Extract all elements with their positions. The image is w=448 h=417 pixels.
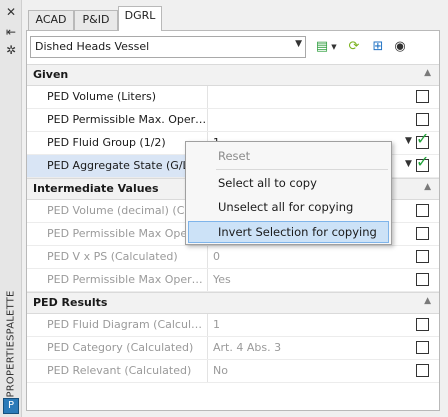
property-row[interactable]: PED Fluid Diagram (Calculated) 1: [27, 314, 439, 337]
palette-title: PROPERTIESPALETTE: [5, 290, 17, 398]
chevron-up-icon[interactable]: ▲: [424, 182, 431, 192]
refresh-icon[interactable]: ⟳: [345, 38, 363, 56]
tab-acad[interactable]: ACAD: [28, 10, 74, 30]
menu-item-select-all[interactable]: Select all to copy: [188, 172, 389, 194]
chevron-up-icon[interactable]: ▲: [424, 68, 431, 78]
check-icon: ✓: [416, 129, 430, 148]
close-icon[interactable]: ✕: [4, 5, 18, 19]
property-row[interactable]: PED V x PS (Calculated) 0: [27, 246, 439, 269]
chevron-down-icon[interactable]: ▼: [405, 136, 412, 146]
copy-checkbox[interactable]: [416, 90, 429, 103]
settings-icon[interactable]: ✲: [4, 43, 18, 57]
property-row[interactable]: PED Permissible Max. Operating...: [27, 109, 439, 132]
tab-dgrl[interactable]: DGRL: [118, 6, 162, 31]
select-objects-icon[interactable]: ⊞: [369, 38, 387, 56]
property-row[interactable]: PED Volume (Liters): [27, 86, 439, 109]
property-row[interactable]: PED Permissible Max Operating ... Yes: [27, 269, 439, 292]
menu-item-invert-selection[interactable]: Invert Selection for copying: [188, 221, 389, 243]
copy-checkbox[interactable]: [416, 273, 429, 286]
menu-separator: [216, 169, 388, 170]
menu-item-unselect-all[interactable]: Unselect all for copying: [188, 196, 389, 218]
chevron-down-icon: ▼: [295, 39, 302, 49]
copy-checkbox[interactable]: ✓: [416, 154, 429, 172]
toggle-icon[interactable]: ◉: [391, 38, 409, 56]
menu-item-reset[interactable]: Reset: [188, 145, 389, 167]
copy-dropdown-icon[interactable]: ▼: [329, 38, 339, 56]
copy-checkbox[interactable]: [416, 318, 429, 331]
category-ped-results[interactable]: PED Results ▲: [27, 292, 439, 314]
category-given[interactable]: Given ▲: [27, 64, 439, 86]
copy-checkbox[interactable]: [416, 227, 429, 240]
copy-checkbox[interactable]: [416, 113, 429, 126]
copy-checkbox[interactable]: [416, 204, 429, 217]
auto-hide-icon[interactable]: ⇤: [4, 25, 18, 39]
copy-checkbox[interactable]: [416, 364, 429, 377]
property-row[interactable]: PED Relevant (Calculated) No: [27, 360, 439, 383]
object-type-dropdown[interactable]: Dished Heads Vessel ▼: [30, 36, 306, 58]
chevron-up-icon[interactable]: ▲: [424, 296, 431, 306]
palette-sidebar: ✕ ⇤ ✲ PROPERTIESPALETTE P: [0, 0, 22, 417]
check-icon: ✓: [416, 152, 430, 171]
copy-checkbox[interactable]: [416, 341, 429, 354]
copy-checkbox[interactable]: [416, 250, 429, 263]
object-type-value: Dished Heads Vessel: [35, 40, 150, 53]
chevron-down-icon[interactable]: ▼: [405, 159, 412, 169]
property-row[interactable]: PED Category (Calculated) Art. 4 Abs. 3: [27, 337, 439, 360]
copy-checkbox[interactable]: ✓: [416, 131, 429, 149]
palette-logo-icon: P: [3, 398, 19, 414]
context-menu: Reset Select all to copy Unselect all fo…: [185, 141, 392, 245]
tab-pid[interactable]: P&ID: [74, 10, 118, 30]
